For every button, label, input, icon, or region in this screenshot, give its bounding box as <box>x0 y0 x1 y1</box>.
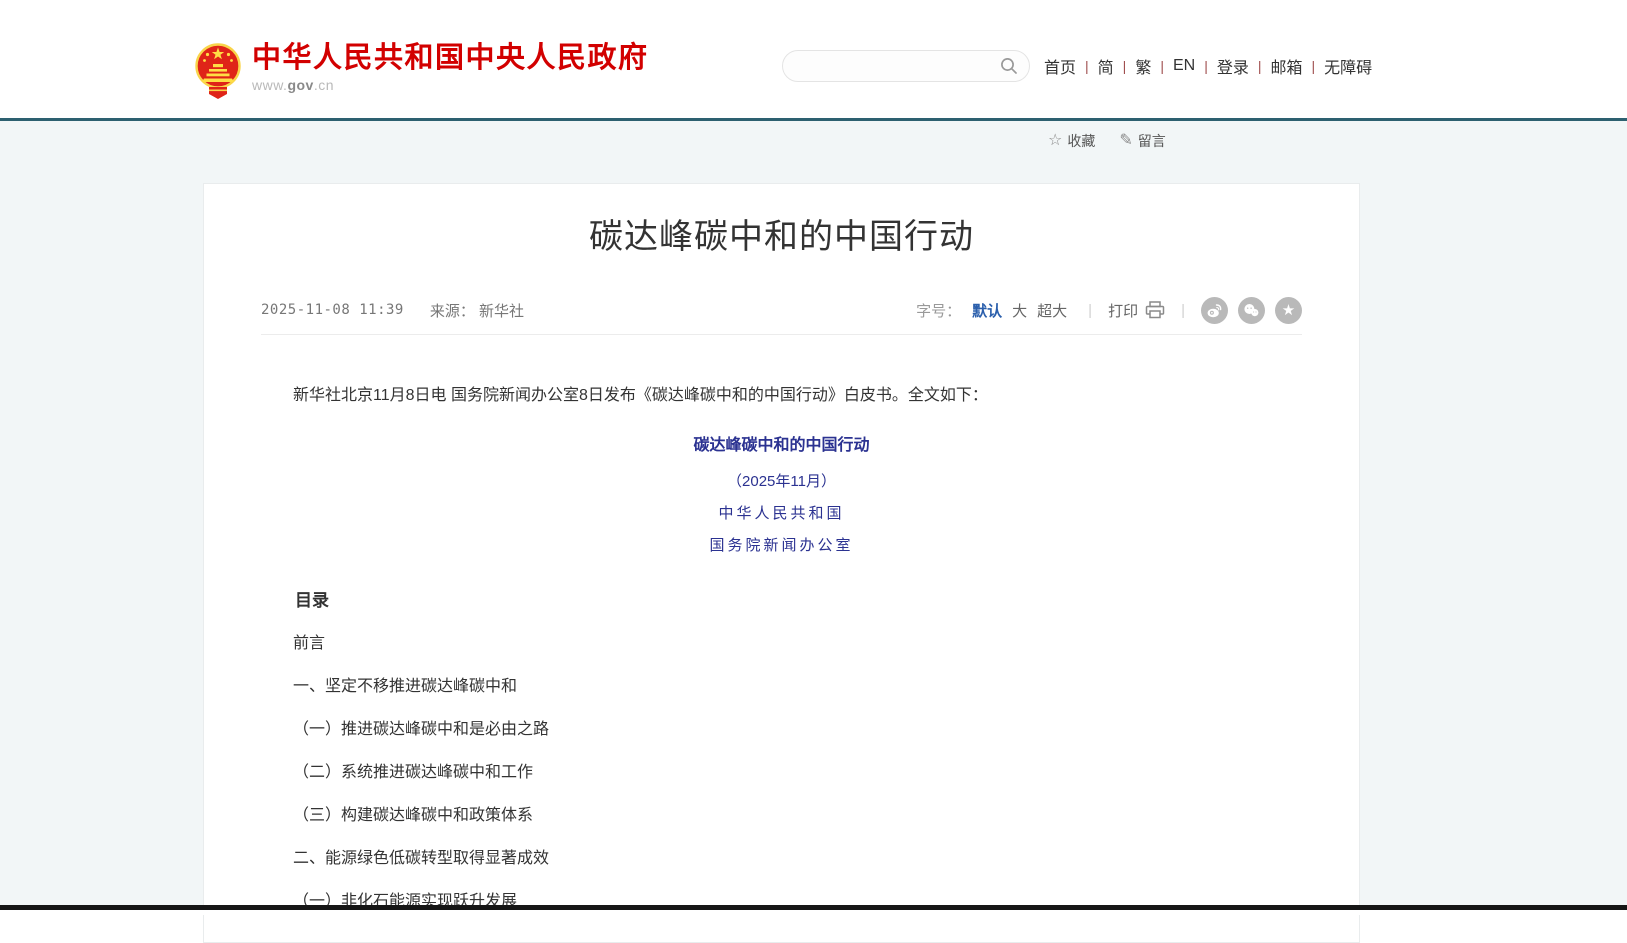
site-url-www: www. <box>252 77 287 93</box>
font-size-label: 字号： <box>916 300 961 321</box>
print-button[interactable]: 打印 <box>1108 300 1165 321</box>
toolbar-separator: | <box>1088 302 1092 319</box>
nav-item-traditional[interactable]: 繁 <box>1126 54 1160 78</box>
star-icon: ★ <box>1282 303 1295 318</box>
nav-item-english[interactable]: EN <box>1164 57 1204 75</box>
article-meta-toolbar: 字号： 默认 大 超大 | 打印 | <box>916 297 1302 324</box>
document-title: 碳达峰碳中和的中国行动 <box>261 435 1302 457</box>
share-qzone-button[interactable]: ★ <box>1275 297 1302 324</box>
favorite-label: 收藏 <box>1067 131 1095 151</box>
toc-item-section1-3: （三）构建碳达峰碳中和政策体系 <box>261 805 1302 827</box>
star-outline-icon: ☆ <box>1048 133 1062 149</box>
top-nav: 首页 | 简 | 繁 | EN | 登录 | 邮箱 | 无障碍 <box>1044 54 1381 78</box>
search-box[interactable] <box>782 50 1030 82</box>
toc-item-section1: 一、坚定不移推进碳达峰碳中和 <box>261 676 1302 698</box>
toolbar-separator: | <box>1181 302 1185 319</box>
font-size-xlarge-button[interactable]: 超大 <box>1037 300 1067 321</box>
source-value: 新华社 <box>479 303 524 320</box>
font-size-large-button[interactable]: 大 <box>1012 300 1027 321</box>
wechat-icon <box>1243 302 1260 319</box>
source-label: 来源： <box>430 303 475 320</box>
toc-item-section1-2: （二）系统推进碳达峰碳中和工作 <box>261 762 1302 784</box>
toc-item-preface: 前言 <box>261 633 1302 655</box>
search-icon[interactable] <box>1000 57 1018 75</box>
print-label: 打印 <box>1108 300 1138 321</box>
toc-heading: 目录 <box>261 589 1302 612</box>
share-weibo-button[interactable] <box>1201 297 1228 324</box>
document-issuer-office: 国务院新闻办公室 <box>261 535 1302 557</box>
article-title: 碳达峰碳中和的中国行动 <box>244 214 1319 260</box>
site-url: www.gov.cn <box>252 77 649 93</box>
site-brand[interactable]: 中华人民共和国中央人民政府 www.gov.cn <box>194 40 649 100</box>
article-meta-left: 2025-11-08 11:39 来源： 新华社 <box>261 300 524 321</box>
site-url-gov: gov <box>287 77 313 93</box>
site-title: 中华人民共和国中央人民政府 <box>252 42 649 74</box>
search-input[interactable] <box>783 52 1000 80</box>
nav-item-home[interactable]: 首页 <box>1044 54 1085 78</box>
source-line: 来源： 新华社 <box>430 300 524 321</box>
share-wechat-button[interactable] <box>1238 297 1265 324</box>
nav-item-mail[interactable]: 邮箱 <box>1262 54 1312 78</box>
publish-date: 2025-11-08 11:39 <box>261 302 404 318</box>
site-header: 中华人民共和国中央人民政府 www.gov.cn 首页 | 简 | 繁 | EN… <box>0 0 1627 118</box>
favorite-link[interactable]: ☆ 收藏 <box>1048 131 1095 151</box>
share-icons: ★ <box>1201 297 1302 324</box>
font-size-default-button[interactable]: 默认 <box>972 300 1002 321</box>
article-meta-row: 2025-11-08 11:39 来源： 新华社 字号： 默认 大 超大 | 打… <box>261 296 1302 324</box>
brand-text: 中华人民共和国中央人民政府 www.gov.cn <box>252 40 649 93</box>
message-label: 留言 <box>1138 131 1166 151</box>
toc-item-section2: 二、能源绿色低碳转型取得显著成效 <box>261 848 1302 870</box>
weibo-icon <box>1206 302 1223 319</box>
site-url-cn: .cn <box>314 77 334 93</box>
article-body: 新华社北京11月8日电 国务院新闻办公室8日发布《碳达峰碳中和的中国行动》白皮书… <box>261 383 1302 913</box>
printer-icon <box>1145 301 1165 319</box>
quick-links: ☆ 收藏 ✎ 留言 <box>1048 131 1166 151</box>
pencil-icon: ✎ <box>1119 133 1132 149</box>
nav-item-login[interactable]: 登录 <box>1208 54 1258 78</box>
nav-item-accessibility[interactable]: 无障碍 <box>1315 54 1381 78</box>
document-date: （2025年11月） <box>261 471 1302 493</box>
document-issuer-country: 中华人民共和国 <box>261 503 1302 525</box>
toc-item-section1-1: （一）推进碳达峰碳中和是必由之路 <box>261 719 1302 741</box>
message-link[interactable]: ✎ 留言 <box>1119 131 1165 151</box>
meta-separator-line <box>261 334 1302 335</box>
nav-item-simplified[interactable]: 简 <box>1089 54 1123 78</box>
article-card: 碳达峰碳中和的中国行动 2025-11-08 11:39 来源： 新华社 字号：… <box>203 183 1360 943</box>
viewport-bottom-margin <box>0 910 1627 915</box>
national-emblem-logo <box>194 40 242 100</box>
lead-paragraph: 新华社北京11月8日电 国务院新闻办公室8日发布《碳达峰碳中和的中国行动》白皮书… <box>261 383 1302 409</box>
